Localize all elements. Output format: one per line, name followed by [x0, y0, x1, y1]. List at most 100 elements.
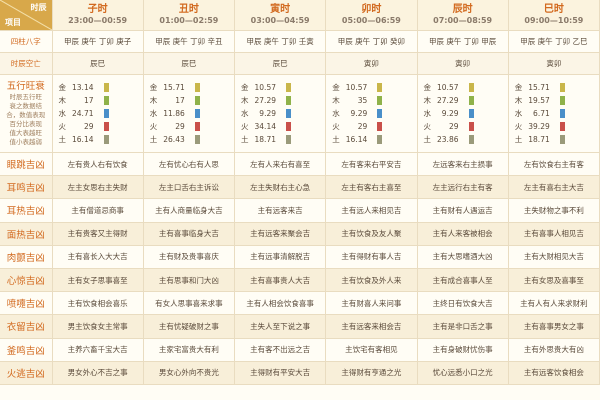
element-value: 10.57	[254, 83, 276, 92]
element-value: 9.29	[350, 109, 368, 118]
fortune-cell: 左有客来右平安吉	[325, 152, 418, 177]
corner-cell: 时辰 项目	[0, 0, 53, 31]
element-value: 17	[175, 96, 185, 105]
wuxing-entry: 木 27.29	[241, 94, 325, 107]
element-name: 水	[423, 109, 432, 118]
wuxing-list: 金 10.57 木 27.29 水 9.29 火 34.14 土 18.71	[235, 81, 325, 146]
wuxing-list: 金 10.57 木 35 水 9.29 火 29 土 16.14	[326, 81, 416, 146]
fortune-cell: 主有饮食及外人来	[325, 268, 418, 293]
wuxing-entry: 火 29	[59, 120, 143, 133]
element-color-swatch	[559, 83, 565, 92]
element-value: 29	[448, 122, 459, 131]
element-name: 土	[241, 135, 249, 144]
header-row: 时辰 项目 子时 23:00—00:59 丑时 01:00—02:59 寅时 0…	[0, 0, 600, 31]
kongwang-cell: 寅卯	[417, 52, 509, 75]
fortune-cell: 忧心远悉小口之光	[417, 361, 509, 385]
element-name: 火	[423, 122, 432, 131]
fortune-cell: 左主失财右主心急	[234, 175, 327, 200]
kongwang-cell: 寅卯	[508, 52, 600, 75]
sizhu-cell: 甲辰 庚午 丁卯 甲辰	[417, 30, 509, 53]
element-value: 35	[357, 96, 368, 105]
fortune-cell: 左有饮食右主有客	[508, 152, 600, 177]
sizhu-cell: 甲辰 庚午 丁卯 辛丑	[143, 30, 236, 53]
element-color-swatch	[194, 109, 200, 118]
fortune-cell: 左远客来右主损事	[417, 152, 509, 177]
element-color-swatch	[286, 96, 291, 105]
fortune-cell: 主有是非口舌之事	[417, 314, 509, 339]
wuxing-entry: 土 23.86	[424, 133, 508, 146]
fortune-cell: 主有客不出远之吉	[234, 338, 327, 362]
row-label: 五行旺衰	[6, 80, 45, 92]
row-label: 肉颤吉凶	[0, 245, 53, 269]
column-header: 寅时 03:00—04:59	[234, 0, 327, 31]
fortune-cell: 主有人商量临身大吉	[143, 198, 236, 223]
wuxing-cell: 金 10.57 木 27.29 水 9.29 火 29 土 23.86	[417, 74, 509, 153]
wuxing-entry: 金 10.57	[424, 81, 508, 94]
fortune-cell: 左有忧心右有人思	[143, 152, 236, 177]
fortune-cell: 左主有喜右主大吉	[508, 175, 600, 200]
element-name: 金	[514, 83, 523, 92]
fortune-cell: 主有大财相见大吉	[508, 245, 600, 269]
hour-range: 07:00—08:59	[433, 16, 493, 25]
fortune-cell: 左有贵人右有饮食	[52, 152, 144, 177]
wuxing-list: 金 13.14 木 17 水 24.71 火 29 土 16.14	[53, 81, 143, 146]
element-color-swatch	[559, 96, 565, 105]
hour-range: 23:00—00:59	[68, 16, 128, 25]
fortune-cell: 左主远行右主有客	[417, 175, 509, 200]
wuxing-entry: 火 29	[150, 120, 234, 133]
wuxing-entry: 木 27.29	[424, 94, 508, 107]
sizhu-cell: 甲辰 庚午 丁卯 庚子	[52, 30, 144, 53]
element-value: 18.71	[528, 135, 550, 144]
fortune-cell: 主有远客来相会吉	[325, 314, 418, 339]
element-name: 火	[332, 122, 340, 131]
fortune-cell: 主有贵客又主得财	[52, 222, 144, 246]
fortune-cell: 主有远人来相见吉	[325, 198, 418, 223]
wuxing-entry: 金 13.14	[59, 81, 143, 94]
fortune-cell: 主家宅富贵大有利	[143, 338, 236, 362]
wuxing-entry: 木 19.57	[515, 94, 599, 107]
corner-bottom-label: 项目	[5, 18, 21, 27]
wuxing-entry: 火 39.29	[515, 120, 599, 133]
wuxing-entry: 金 10.57	[241, 81, 325, 94]
element-color-swatch	[194, 122, 200, 131]
fortune-row: 釜鸣吉凶 主养六畜千宝大吉 主家宅富贵大有利 主有客不出远之吉 主饮宅有客相见 主有身破财…	[0, 338, 600, 362]
element-color-swatch	[194, 96, 200, 105]
wuxing-cell: 金 10.57 木 27.29 水 9.29 火 34.14 土 18.71	[234, 74, 327, 153]
hour-range: 03:00—04:59	[250, 16, 310, 25]
wuxing-cell: 金 15.71 木 17 水 11.86 火 29 土 26.43	[143, 74, 236, 153]
fortune-cell: 主有僧道忌商事	[52, 198, 144, 223]
row-label: 四柱八字	[0, 30, 53, 53]
sizhu-cell: 甲辰 庚午 丁卯 乙巳	[508, 30, 600, 53]
fortune-row: 心惊吉凶 主有女子思事喜至 主有思事和门大凶 主有喜事贵人大吉 主有饮食及外人来 主有成合…	[0, 268, 600, 293]
fortune-cell: 主有饮食相会喜乐	[52, 291, 144, 316]
element-name: 水	[58, 109, 67, 118]
fortune-cell: 主有喜事临身大吉	[143, 222, 236, 246]
hour-name: 寅时	[270, 4, 291, 15]
wuxing-cell: 金 15.71 木 19.57 水 6.71 火 39.29 土 18.71	[508, 74, 600, 153]
element-value: 6.71	[533, 109, 550, 118]
fortune-cell: 主有远客饮食相会	[508, 361, 600, 385]
hour-fortune-table: 时辰 项目 子时 23:00—00:59 丑时 01:00—02:59 寅时 0…	[0, 0, 600, 385]
wuxing-list: 金 10.57 木 27.29 水 9.29 火 29 土 23.86	[418, 81, 508, 146]
fortune-cell: 主有喜事人相见吉	[508, 222, 600, 246]
column-header: 辰时 07:00—08:59	[417, 0, 509, 31]
element-name: 土	[58, 135, 67, 144]
wuxing-entry: 土 16.14	[59, 133, 143, 146]
hour-name: 巳时	[543, 4, 564, 15]
fortune-cell: 主有思事和门大凶	[143, 268, 236, 293]
element-color-swatch	[103, 83, 109, 92]
wuxing-entry: 木 17	[150, 94, 234, 107]
element-name: 金	[58, 83, 67, 92]
element-value: 11.86	[163, 109, 185, 118]
fortune-cell: 主有得财有事人吉	[325, 245, 418, 269]
hour-name: 子时	[87, 4, 108, 15]
row-label: 釜鸣吉凶	[0, 338, 53, 362]
wuxing-note: 时辰五行旺	[9, 92, 43, 101]
row-label: 火逃吉凶	[0, 361, 53, 385]
element-color-swatch	[377, 83, 383, 92]
element-value: 16.14	[72, 135, 94, 144]
element-color-swatch	[377, 96, 383, 105]
element-name: 土	[423, 135, 432, 144]
fortune-cell: 主失财物之事不利	[508, 198, 600, 223]
element-value: 29	[357, 122, 368, 131]
